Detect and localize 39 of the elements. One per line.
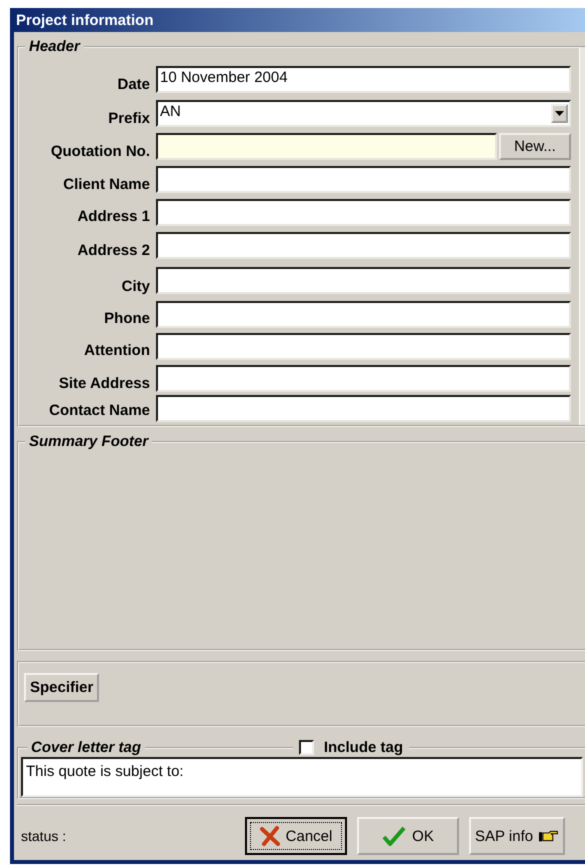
input-field[interactable] bbox=[156, 166, 571, 193]
pointing-hand-icon bbox=[539, 828, 559, 844]
text-area[interactable]: This quote is subject to: bbox=[21, 757, 583, 798]
checkbox-label: Include tag bbox=[324, 739, 403, 756]
group-title: Header bbox=[28, 38, 82, 55]
input-field[interactable] bbox=[156, 365, 571, 392]
dropdown[interactable]: AN bbox=[156, 100, 571, 126]
input-field[interactable] bbox=[156, 332, 571, 360]
group-title: Summary Footer bbox=[28, 433, 150, 450]
field-label: Address 2 bbox=[76, 242, 150, 261]
checkbox[interactable] bbox=[298, 740, 314, 756]
field-label: Contact Name bbox=[48, 402, 150, 421]
field-label: City bbox=[120, 278, 150, 297]
dialog-button[interactable]: SAP info bbox=[469, 817, 565, 856]
group-title: Cover letter tag bbox=[31, 739, 142, 756]
field-label: Date bbox=[116, 76, 150, 95]
specifier-button[interactable]: Specifier bbox=[24, 673, 100, 702]
input-field[interactable] bbox=[156, 198, 571, 226]
status-label: status : bbox=[21, 828, 68, 844]
scrollbar[interactable] bbox=[579, 47, 585, 426]
input-field[interactable] bbox=[156, 232, 571, 258]
field-label: Site Address bbox=[58, 375, 150, 394]
input-field[interactable]: 10 November 2004 bbox=[156, 66, 571, 93]
dialog-button[interactable]: OK bbox=[357, 817, 459, 856]
field-label: Attention bbox=[83, 342, 150, 361]
field-label: Address 1 bbox=[76, 208, 150, 227]
input-field[interactable] bbox=[156, 266, 571, 294]
cross-icon bbox=[260, 826, 280, 846]
new-button[interactable]: New... bbox=[499, 133, 571, 160]
field-label: Phone bbox=[103, 310, 150, 329]
check-icon bbox=[382, 826, 406, 846]
field-label: Client Name bbox=[62, 176, 150, 195]
dialog-button[interactable]: Cancel bbox=[245, 817, 347, 856]
dropdown-arrow-icon[interactable] bbox=[555, 110, 564, 116]
input-field[interactable] bbox=[156, 300, 571, 328]
field-label: Prefix bbox=[107, 110, 150, 129]
input-field[interactable] bbox=[156, 133, 497, 160]
field-label: Quotation No. bbox=[50, 143, 150, 162]
input-field[interactable] bbox=[156, 395, 571, 422]
